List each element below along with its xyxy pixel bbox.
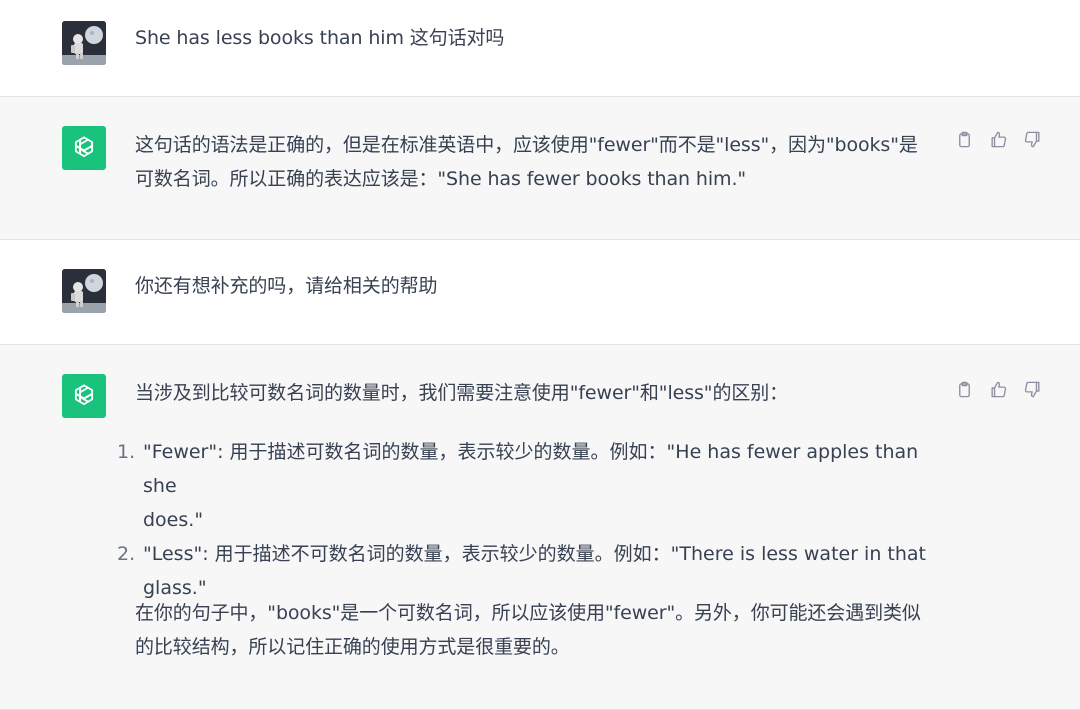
copy-icon xyxy=(958,381,970,397)
astronaut-avatar-icon xyxy=(62,269,106,313)
assistant-avatar xyxy=(62,126,106,170)
text-line: 可数名词。所以正确的表达应该是："She has fewer books tha… xyxy=(135,168,747,190)
openai-logo-icon xyxy=(74,136,94,158)
user-message-2: 你还有想补充的吗，请给相关的帮助 xyxy=(0,240,1080,344)
assistant-message-2: 当涉及到比较可数名词的数量时，我们需要注意使用"fewer"和"less"的区别… xyxy=(0,344,1080,710)
text-line: "Less": 用于描述不可数名词的数量，表示较少的数量。例如："There i… xyxy=(143,543,926,565)
list-item: 2. "Less": 用于描述不可数名词的数量，表示较少的数量。例如："Ther… xyxy=(117,537,937,605)
message-actions xyxy=(954,379,1042,399)
user-message-text: She has less books than him 这句话对吗 xyxy=(135,27,505,49)
assistant-outro-text: 在你的句子中，"books"是一个可数名词，所以应该使用"fewer"。另外，你… xyxy=(135,596,921,664)
user-avatar xyxy=(62,21,106,65)
thumbs-up-icon xyxy=(990,131,1006,147)
message-actions xyxy=(954,129,1042,149)
user-avatar xyxy=(62,269,106,313)
text-line: 的比较结构，所以记住正确的使用方式是很重要的。 xyxy=(135,636,570,658)
openai-logo-icon xyxy=(74,384,94,406)
astronaut-avatar-icon xyxy=(62,21,106,65)
text-line: "Fewer": 用于描述可数名词的数量，表示较少的数量。例如："He has … xyxy=(143,441,919,497)
list-item: 1. "Fewer": 用于描述可数名词的数量，表示较少的数量。例如："He h… xyxy=(117,435,937,537)
copy-icon xyxy=(958,131,970,147)
text-line: 在你的句子中，"books"是一个可数名词，所以应该使用"fewer"。另外，你… xyxy=(135,602,921,624)
text-line: 这句话的语法是正确的，但是在标准英语中，应该使用"fewer"而不是"less"… xyxy=(135,134,918,156)
user-message-1: She has less books than him 这句话对吗 xyxy=(0,0,1080,96)
assistant-avatar xyxy=(62,374,106,418)
assistant-message-1: 这句话的语法是正确的，但是在标准英语中，应该使用"fewer"而不是"less"… xyxy=(0,96,1080,240)
thumbs-down-icon xyxy=(1024,381,1040,397)
user-message-text: 你还有想补充的吗，请给相关的帮助 xyxy=(135,275,438,297)
numbered-list: 1. "Fewer": 用于描述可数名词的数量，表示较少的数量。例如："He h… xyxy=(117,435,937,605)
assistant-intro-text: 当涉及到比较可数名词的数量时，我们需要注意使用"fewer"和"less"的区别… xyxy=(135,382,789,404)
text-line: does." xyxy=(143,509,204,531)
copy-button[interactable] xyxy=(954,379,974,399)
thumbs-up-button[interactable] xyxy=(988,129,1008,149)
list-item-number: 1. xyxy=(117,441,136,463)
thumbs-up-button[interactable] xyxy=(988,379,1008,399)
list-item-number: 2. xyxy=(117,543,136,565)
thumbs-down-icon xyxy=(1024,131,1040,147)
thumbs-up-icon xyxy=(990,381,1006,397)
assistant-message-text: 这句话的语法是正确的，但是在标准英语中，应该使用"fewer"而不是"less"… xyxy=(135,128,918,196)
copy-button[interactable] xyxy=(954,129,974,149)
thumbs-down-button[interactable] xyxy=(1022,129,1042,149)
thumbs-down-button[interactable] xyxy=(1022,379,1042,399)
